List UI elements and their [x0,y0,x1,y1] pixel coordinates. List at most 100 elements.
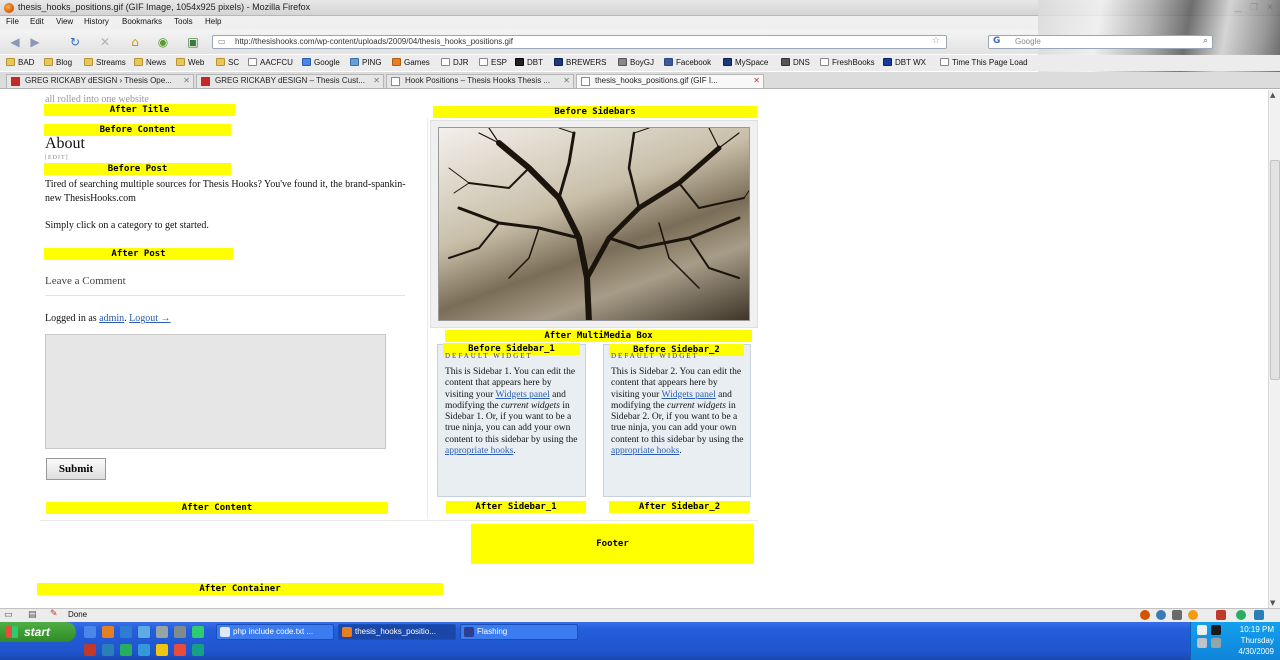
tray-network-icon[interactable] [1197,625,1207,635]
bookmark-djr[interactable]: DJR [441,58,469,67]
widgets-panel-link[interactable]: Widgets panel [496,390,550,400]
folder-icon [176,58,185,66]
bookmark-aacfcu[interactable]: AACFCU [248,58,293,67]
reload-icon[interactable]: ↻ [66,34,84,50]
menu-file[interactable]: File [6,17,19,26]
menu-tools[interactable]: Tools [174,17,193,26]
admin-link[interactable]: admin [99,313,124,324]
firefox-icon [342,627,352,637]
status-addon-icon[interactable]: ✎ [50,609,58,619]
status-firebug-icon[interactable] [1188,610,1198,620]
stop-icon[interactable]: ✕ [96,34,114,50]
appropriate-hooks-link[interactable]: appropriate hooks [611,446,679,456]
close-tab-icon[interactable]: ✕ [183,76,190,85]
home-icon[interactable]: ⌂ [126,34,144,50]
status-sync-icon[interactable] [1156,610,1166,620]
quicklaunch-5-icon[interactable] [138,644,150,656]
bookmark-facebook[interactable]: Facebook [664,58,711,67]
bookmark-esp[interactable]: ESP [479,58,507,67]
widgets-panel-link[interactable]: Widgets panel [662,390,716,400]
tab-thesis-ope[interactable]: GREG RICKABY dESIGN › Thesis Ope... ✕ [6,74,194,88]
bookmark-freshbooks[interactable]: FreshBooks [820,58,875,67]
bookmark-boygj[interactable]: BoyGJ [618,58,654,67]
bookmark-dbt-wx[interactable]: DBT WX [883,58,926,67]
bookmark-google[interactable]: Google [302,58,340,67]
bookmark-web[interactable]: Web [176,58,204,67]
bookmark-dbt[interactable]: DBT [515,58,543,67]
screenshot-icon[interactable]: ▣ [184,34,202,50]
taskbar-item-firefox[interactable]: thesis_hooks_positio... [338,624,456,640]
footer-divider [40,520,758,521]
submit-button[interactable]: Submit [46,458,106,480]
quicklaunch-3-icon[interactable] [102,644,114,656]
tab-hook-positions[interactable]: Hook Positions – Thesis Hooks Thesis ...… [386,74,574,88]
status-globe-icon[interactable] [1236,610,1246,620]
tray-display-icon[interactable] [1211,638,1221,648]
close-tab-icon[interactable]: ✕ [373,76,380,85]
comment-divider [45,295,405,296]
bookmark-sc[interactable]: SC [216,58,239,67]
logout-link[interactable]: Logout → [129,313,170,324]
tab-thesis-hooks-gif[interactable]: thesis_hooks_positions.gif (GIF I... ✕ [576,74,764,88]
taskbar-item-flashing[interactable]: Flashing [460,624,578,640]
bookmark-dns[interactable]: DNS [781,58,810,67]
bookmark-streams[interactable]: Streams [84,58,126,67]
hook-footer: Footer [471,524,754,564]
tray-volume-icon[interactable] [1197,638,1207,648]
back-icon[interactable]: ◀ [6,34,24,50]
vertical-scrollbar[interactable]: ▲ ▼ [1268,90,1280,608]
status-abp-icon[interactable] [1140,610,1150,620]
hook-before-sidebars: Before Sidebars [433,106,757,118]
scroll-thumb[interactable] [1270,160,1280,380]
tray-app-icon[interactable] [1211,625,1221,635]
scroll-up-icon[interactable]: ▲ [1270,91,1275,99]
bookmark-news[interactable]: News [134,58,166,67]
close-tab-icon[interactable]: ✕ [753,76,760,85]
bookmark-blog[interactable]: Blog [44,58,72,67]
menu-edit[interactable]: Edit [30,17,44,26]
status-mail-icon[interactable] [1254,610,1264,620]
quicklaunch-2-icon[interactable] [84,644,96,656]
status-page-icon[interactable]: ▭ [4,610,13,620]
bookmark-ping[interactable]: PING [350,58,382,67]
bookmark-myspace[interactable]: MySpace [723,58,768,67]
menu-help[interactable]: Help [205,17,221,26]
addon-icon[interactable]: ◉ [154,34,172,50]
quicklaunch-tool-icon[interactable] [174,626,186,638]
search-icon[interactable]: ⌕ [1203,36,1208,46]
start-button[interactable]: start [0,622,76,642]
bookmarks-toolbar: BAD Blog Streams News Web SC AACFCU Goog… [0,55,1280,71]
search-input[interactable]: G Google ⌕ [988,35,1213,49]
quicklaunch-ie-icon[interactable] [120,626,132,638]
page-icon: ▭ [218,37,226,46]
quicklaunch-firefox-icon[interactable] [102,626,114,638]
menu-history[interactable]: History [84,17,109,26]
quicklaunch-6-icon[interactable] [192,644,204,656]
scroll-down-icon[interactable]: ▼ [1270,599,1275,607]
status-info-icon[interactable] [1172,610,1182,620]
comment-textarea[interactable] [45,334,386,449]
bookmark-brewers[interactable]: BREWERS [554,58,606,67]
tab-thesis-cust[interactable]: GREG RICKABY dESIGN – Thesis Cust... ✕ [196,74,384,88]
quicklaunch-app-icon[interactable] [192,626,204,638]
menu-bookmarks[interactable]: Bookmarks [122,17,162,26]
taskbar-item-php-include[interactable]: php include code.txt ... [216,624,334,640]
status-toolbar-icon[interactable]: ▤ [28,610,37,620]
forward-icon[interactable]: ▶ [26,34,44,50]
url-bar[interactable]: ▭ http://thesishooks.com/wp-content/uplo… [212,35,947,49]
quicklaunch-explorer-icon[interactable] [156,626,168,638]
bookmark-time-this-page-load[interactable]: Time This Page Load [940,58,1028,67]
quicklaunch-4-icon[interactable] [120,644,132,656]
bookmark-bad[interactable]: BAD [6,58,34,67]
close-tab-icon[interactable]: ✕ [563,76,570,85]
quicklaunch-pdf-icon[interactable] [174,644,186,656]
quicklaunch-folder-icon[interactable] [156,644,168,656]
menu-view[interactable]: View [56,17,73,26]
quicklaunch-media-icon[interactable] [138,626,150,638]
quicklaunch-desktop-icon[interactable] [84,626,96,638]
status-tools-icon[interactable] [1216,610,1226,620]
appropriate-hooks-link[interactable]: appropriate hooks [445,446,513,456]
bookmark-games[interactable]: Games [392,58,430,67]
edit-link[interactable]: [EDIT] [45,154,69,162]
bookmark-star-icon[interactable]: ☆ [932,36,940,46]
